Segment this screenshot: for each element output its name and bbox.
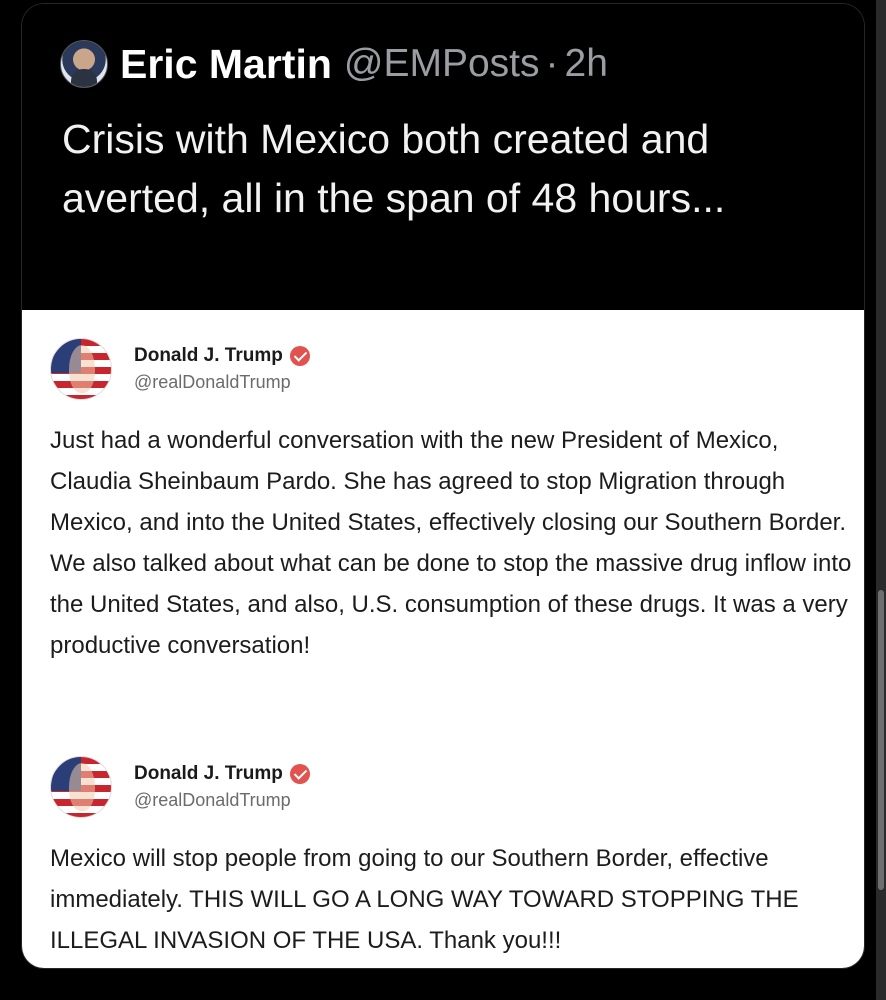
attached-image[interactable]: Donald J. Trump @realDonaldTrump Just ha…	[22, 310, 864, 968]
tweet-author-row: Eric Martin @EMPosts · 2h	[60, 40, 608, 88]
tweet-header: Eric Martin @EMPosts · 2h Crisis with Me…	[22, 4, 864, 310]
verified-check-icon	[289, 764, 310, 784]
tweet-timestamp[interactable]: 2h	[565, 42, 608, 86]
post-text: Just had a wonderful conversation with t…	[50, 427, 852, 659]
post-author-handle: @realDonaldTrump	[134, 372, 291, 392]
author-handle[interactable]: @EMPosts	[344, 42, 540, 86]
quoted-tweet-card[interactable]: Eric Martin @EMPosts · 2h Crisis with Me…	[22, 4, 864, 968]
post-meta: Donald J. Trump @realDonaldTrump	[134, 345, 310, 393]
post-name-row: Donald J. Trump	[134, 345, 310, 367]
post-text: Mexico will stop people from going to ou…	[50, 845, 799, 954]
post-author-name: Donald J. Trump	[134, 763, 283, 784]
avatar	[50, 338, 112, 400]
face-overlay	[69, 345, 95, 393]
post-meta: Donald J. Trump @realDonaldTrump	[134, 763, 310, 811]
embedded-post: Donald J. Trump @realDonaldTrump Mexico …	[50, 754, 860, 961]
tweet-text: Crisis with Mexico both created and aver…	[62, 116, 726, 221]
post-author-name: Donald J. Trump	[134, 345, 283, 366]
avatar[interactable]	[60, 40, 108, 88]
post-name-row: Donald J. Trump	[134, 763, 310, 785]
author-name[interactable]: Eric Martin	[120, 41, 332, 88]
scrollbar-thumb[interactable]	[878, 590, 884, 890]
avatar	[50, 756, 112, 818]
post-header: Donald J. Trump @realDonaldTrump	[50, 754, 860, 820]
post-header: Donald J. Trump @realDonaldTrump	[50, 336, 860, 402]
embedded-post: Donald J. Trump @realDonaldTrump Just ha…	[50, 336, 860, 666]
scrollbar-track[interactable]	[876, 0, 886, 1000]
separator-dot: ·	[545, 42, 559, 85]
face-overlay	[69, 763, 95, 811]
verified-check-icon	[289, 346, 310, 366]
post-author-handle: @realDonaldTrump	[134, 790, 291, 810]
